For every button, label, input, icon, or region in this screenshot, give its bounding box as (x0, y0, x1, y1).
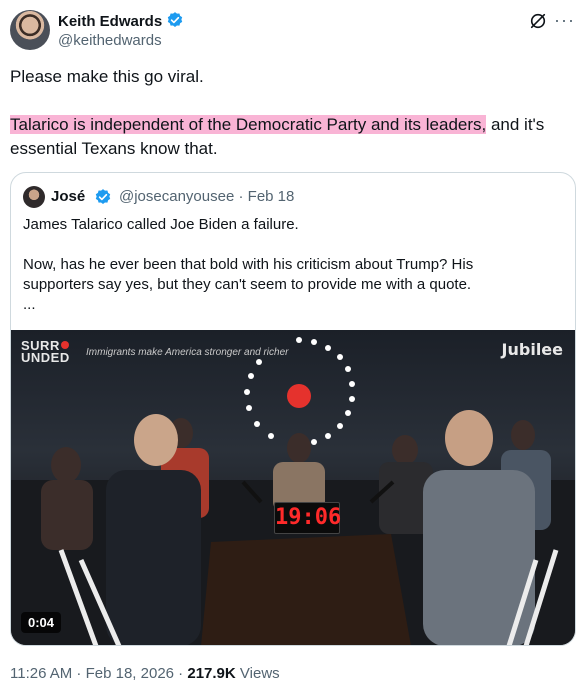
author-handle[interactable]: @keithedwards (58, 32, 162, 49)
quoted-author-avatar[interactable] (23, 186, 45, 208)
show-logo-line2: UNDED (21, 350, 70, 365)
author-avatar[interactable] (10, 10, 50, 50)
quoted-author-name[interactable]: José (51, 188, 85, 205)
tweet-text-body: Talarico is independent of the Democrati… (10, 113, 577, 161)
jubilee-logo: Jubilee (501, 340, 563, 359)
video-player[interactable]: SURR UNDED Immigrants make America strong… (11, 330, 575, 645)
views-label: Views (239, 665, 280, 682)
quoted-text-line1: James Talarico called Joe Biden a failur… (23, 216, 299, 233)
quoted-text-line3: supporters say yes, but they can't seem … (23, 276, 472, 293)
countdown-timer: 19:06 (274, 502, 341, 534)
author-name-row[interactable]: Keith Edwards (58, 11, 184, 33)
video-duration-badge: 0:04 (21, 612, 62, 633)
quoted-tweet-header: José @josecanyousee · Feb 18 (23, 186, 563, 208)
quoted-author-handle-date[interactable]: @josecanyousee · Feb 18 (119, 188, 294, 205)
tweet-text-line1: Please make this go viral. (10, 67, 204, 86)
quoted-text-line4: ... (23, 296, 36, 313)
red-center-dot (287, 384, 311, 408)
tweet-date[interactable]: Feb 18, 2026 (86, 665, 174, 682)
quoted-tweet[interactable]: José @josecanyousee · Feb 18 James Talar… (10, 172, 576, 646)
quoted-text-line2: Now, has he ever been that bold with his… (23, 256, 474, 273)
logo-dot (60, 341, 69, 349)
tweet-header: Keith Edwards @keithedwards ··· (10, 10, 577, 52)
author-name[interactable]: Keith Edwards (58, 13, 162, 30)
tweet-meta: 11:26 AM · Feb 18, 2026 · 217.9K Views (10, 665, 280, 682)
table (201, 534, 411, 645)
verified-badge-icon (166, 11, 184, 33)
views-count: 217.9K (187, 665, 236, 682)
grok-icon[interactable] (529, 12, 547, 35)
quoted-author-handle[interactable]: @josecanyousee (119, 188, 234, 205)
show-logo: SURR UNDED (21, 339, 70, 365)
tweet-time[interactable]: 11:26 AM (10, 665, 72, 682)
quoted-tweet-date[interactable]: Feb 18 (248, 188, 295, 205)
verified-badge-icon (94, 188, 112, 211)
highlighted-text: Talarico is independent of the Democrati… (10, 115, 487, 134)
video-frame-scene (11, 337, 575, 645)
more-icon[interactable]: ··· (554, 11, 575, 29)
episode-tagline: Immigrants make America stronger and ric… (86, 347, 289, 358)
